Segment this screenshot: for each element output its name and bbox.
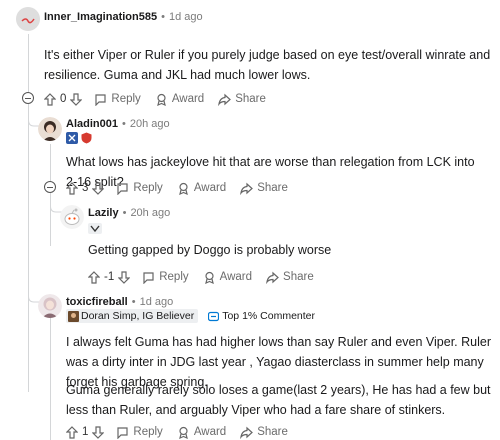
thread-line (50, 316, 51, 440)
comment-actions: 1 Reply Award Share (66, 423, 302, 440)
username[interactable]: Aladin001 (66, 118, 118, 130)
downvote-icon[interactable] (92, 181, 105, 195)
separator-dot: • (161, 11, 165, 23)
separator-dot: • (121, 118, 126, 130)
award-icon (178, 182, 188, 195)
reply-label: Reply (159, 271, 189, 283)
thread-line (28, 34, 29, 94)
username[interactable]: Inner_Imagination585 (44, 11, 157, 23)
timestamp: 20h ago (130, 207, 171, 219)
share-button[interactable]: Share (266, 271, 314, 284)
award-label: Award (193, 426, 227, 438)
timestamp: 1d ago (168, 11, 203, 23)
separator-dot: • (122, 207, 127, 219)
comment-actions: 3 Reply Award Share (66, 179, 302, 197)
avatar[interactable] (16, 7, 40, 31)
share-icon (240, 182, 254, 195)
thread-line (50, 144, 51, 178)
reply-icon (143, 271, 154, 284)
share-label: Share (235, 93, 266, 105)
reply-button[interactable]: Reply (116, 182, 163, 195)
upvote-icon[interactable] (88, 270, 100, 284)
share-label: Share (283, 271, 314, 283)
username[interactable]: Lazily (88, 207, 119, 219)
share-button[interactable]: Share (240, 182, 288, 195)
collapse-icon[interactable] (22, 92, 34, 104)
share-label: Share (257, 426, 288, 438)
avatar[interactable] (38, 294, 62, 318)
comment-actions: -1 Reply Award Share (88, 268, 328, 286)
flair-tag: Doran Simp, IG Believer (66, 309, 199, 323)
username[interactable]: toxicfireball (66, 296, 128, 308)
reply-icon (117, 182, 129, 195)
reply-label: Reply (111, 93, 141, 105)
team-logo-icon (88, 223, 102, 234)
share-button[interactable]: Share (218, 93, 266, 106)
award-label: Award (219, 271, 253, 283)
reply-icon (95, 93, 107, 106)
award-icon (204, 271, 214, 284)
award-icon (178, 426, 188, 439)
collapse-icon[interactable] (44, 181, 56, 193)
avatar[interactable] (60, 205, 84, 229)
vote-count: -1 (104, 271, 115, 283)
comment-actions: 0 Reply Award Share (44, 90, 280, 108)
award-button[interactable]: Award (177, 182, 226, 195)
user-flair (66, 132, 92, 144)
user-flair (88, 221, 102, 239)
top-commenter-badge: Top 1% Commenter (204, 309, 319, 323)
flair-text: Doran Simp, IG Believer (81, 310, 195, 322)
reply-button[interactable]: Reply (94, 93, 141, 106)
comment-body: Getting gapped by Doggo is probably wors… (88, 243, 332, 257)
share-icon (266, 271, 279, 284)
thread-line (28, 112, 29, 392)
upvote-icon[interactable] (44, 92, 56, 106)
award-label: Award (193, 182, 227, 194)
commenter-badge-icon (208, 311, 220, 321)
vote-count: 1 (82, 426, 89, 438)
team-logo-icon (66, 132, 78, 144)
upvote-icon[interactable] (66, 425, 78, 439)
champion-portrait-icon (68, 310, 79, 322)
downvote-icon[interactable] (118, 270, 131, 284)
share-button[interactable]: Share (240, 426, 288, 439)
share-icon (240, 426, 254, 439)
reply-icon (117, 426, 129, 439)
share-label: Share (257, 182, 288, 194)
avatar[interactable] (38, 117, 62, 141)
share-icon (218, 93, 232, 106)
reply-label: Reply (133, 182, 163, 194)
reply-label: Reply (133, 426, 163, 438)
upvote-icon[interactable] (66, 181, 78, 195)
badge-text: Top 1% Commenter (222, 310, 316, 322)
downvote-icon[interactable] (92, 425, 105, 439)
timestamp: 20h ago (129, 118, 170, 130)
award-button[interactable]: Award (177, 426, 226, 439)
reply-button[interactable]: Reply (116, 426, 163, 439)
comment-body: It's either Viper or Ruler if you purely… (44, 48, 491, 82)
downvote-icon[interactable] (70, 92, 83, 106)
reply-button[interactable]: Reply (142, 271, 189, 284)
shield-icon (81, 132, 92, 144)
timestamp: 1d ago (139, 296, 174, 308)
award-icon (156, 93, 166, 106)
award-button[interactable]: Award (203, 271, 252, 284)
comment-body-paragraph: Guma generally rarely solo loses a game(… (66, 383, 491, 417)
award-button[interactable]: Award (155, 93, 204, 106)
vote-count: 3 (82, 182, 89, 194)
award-label: Award (171, 93, 205, 105)
user-flair: Doran Simp, IG Believer Top 1% Commenter (66, 309, 319, 323)
separator-dot: • (131, 296, 136, 308)
vote-count: 0 (60, 93, 67, 105)
